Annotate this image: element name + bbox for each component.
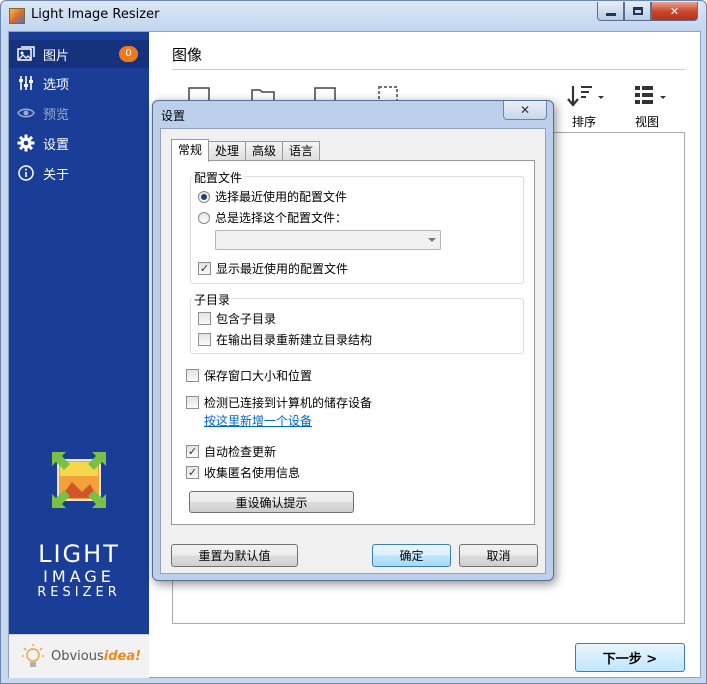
sidebar-item-label: 设置 [43,137,70,153]
checkbox-label: 包含子目录 [216,312,277,326]
app-icon [9,8,25,24]
profile-select[interactable] [215,230,441,250]
dialog-title: 设置 [161,109,186,123]
logo-text-resizer: RESIZER [37,585,121,600]
view-icon [635,86,666,104]
view-button[interactable]: 视图 [627,84,667,130]
minimize-button[interactable] [597,2,624,21]
sidebar-item-settings[interactable]: 设置 [9,129,149,157]
sort-label: 排序 [571,115,596,129]
checkbox-rebuild-structure[interactable]: 在输出目录重新建立目录结构 [198,331,372,348]
dialog-body: 常规 处理 高级 语言 配置文件 选择最近使用的配置文件 总是选择这个配置文件： [160,128,546,574]
checkbox-label: 显示最近使用的配置文件 [216,262,349,276]
checkbox-detect-storage[interactable]: 检测已连接到计算机的储存设备 [186,394,372,411]
title-divider [172,69,685,70]
checkbox[interactable]: ✓ [186,445,199,458]
sidebar: 图片 0 选项 预览 设置 关于 LIGHT IMAGE RESIZER Obv… [9,32,149,678]
radio-label: 总是选择这个配置文件： [215,211,348,225]
checkbox-label: 收集匿名使用信息 [204,466,301,480]
settings-dialog: 设置 ✕ 常规 处理 高级 语言 配置文件 选择最近使用的配置文件 总是选择这个… [152,100,554,581]
title-bar[interactable]: Light Image Resizer ✕ [1,1,706,31]
ok-button[interactable]: 确定 [372,544,451,567]
checkbox-label: 检测已连接到计算机的储存设备 [204,396,373,410]
sort-icon [567,86,604,107]
checkbox[interactable] [186,396,199,409]
general-tab-panel: 配置文件 选择最近使用的配置文件 总是选择这个配置文件： ✓ 显示最近使用的配置… [171,160,535,525]
resizer-logo-icon [52,452,106,508]
sliders-icon [17,74,35,92]
sidebar-item-pictures[interactable]: 图片 0 [9,40,149,68]
checkbox-label: 自动检查更新 [204,445,277,459]
brand-bar[interactable]: Obviousidea! [9,634,149,678]
chevron-down-icon [428,238,436,242]
sidebar-item-label: 预览 [43,107,70,123]
reset-defaults-button[interactable]: 重置为默认值 [171,544,298,567]
window-title: Light Image Resizer [31,7,160,22]
tab-language[interactable]: 语言 [282,141,321,161]
sidebar-item-options[interactable]: 选项 [9,69,149,97]
sidebar-item-preview[interactable]: 预览 [9,99,149,127]
checkbox-label: 在输出目录重新建立目录结构 [216,333,373,347]
dialog-close-button[interactable]: ✕ [503,101,547,120]
eye-icon [17,104,35,122]
sidebar-item-label: 关于 [43,167,70,183]
tab-processing[interactable]: 处理 [208,141,247,161]
pictures-icon [17,45,35,63]
info-icon [17,164,35,182]
radio-always-profile[interactable]: 总是选择这个配置文件： [198,209,347,226]
tab-general[interactable]: 常规 [171,139,210,162]
close-icon: ✕ [669,4,680,18]
checkbox-label: 保存窗口大小和位置 [204,369,313,383]
checkbox[interactable] [198,312,211,325]
sidebar-item-label: 图片 [43,48,70,64]
settings-tabs: 常规 处理 高级 语言 [171,139,321,162]
brand-text: Obviousidea! [51,649,142,664]
radio-button[interactable] [198,211,210,224]
view-label: 视图 [634,115,659,129]
sidebar-item-label: 选项 [43,77,70,93]
checkbox[interactable]: ✓ [198,262,211,275]
gear-icon [17,134,35,152]
close-icon: ✕ [519,103,531,117]
checkbox[interactable] [198,333,211,346]
sidebar-item-about[interactable]: 关于 [9,159,149,187]
add-device-link[interactable]: 按这里新增一个设备 [204,412,312,429]
checkbox-anon-usage[interactable]: ✓ 收集匿名使用信息 [186,464,300,481]
cancel-button[interactable]: 取消 [459,544,538,567]
checkbox-show-recent[interactable]: ✓ 显示最近使用的配置文件 [198,260,348,277]
checkbox-auto-update[interactable]: ✓ 自动检查更新 [186,443,276,460]
radio-recent-profile[interactable]: 选择最近使用的配置文件 [198,188,347,205]
profile-group-label: 配置文件 [192,169,245,186]
radio-label: 选择最近使用的配置文件 [215,190,348,204]
subdir-group-label: 子目录 [192,291,233,308]
checkbox-include-subdirs[interactable]: 包含子目录 [198,310,276,327]
checkbox[interactable]: ✓ [186,466,199,479]
maximize-icon [632,7,643,15]
pictures-count-badge: 0 [119,46,138,62]
tab-advanced[interactable]: 高级 [245,141,284,161]
close-button[interactable]: ✕ [651,2,698,21]
minimize-icon [605,12,616,16]
page-title: 图像 [172,46,203,64]
maximize-button[interactable] [624,2,651,21]
reset-confirm-button[interactable]: 重设确认提示 [189,491,354,513]
sort-button[interactable]: 排序 [564,84,604,130]
checkbox-save-window[interactable]: 保存窗口大小和位置 [186,367,312,384]
radio-button[interactable] [198,190,210,203]
checkbox[interactable] [186,369,199,382]
lightbulb-icon [22,644,44,667]
logo-text-image: IMAGE [43,567,115,586]
next-step-button[interactable]: 下一步 > [575,643,685,672]
logo-text-light: LIGHT [38,540,120,568]
